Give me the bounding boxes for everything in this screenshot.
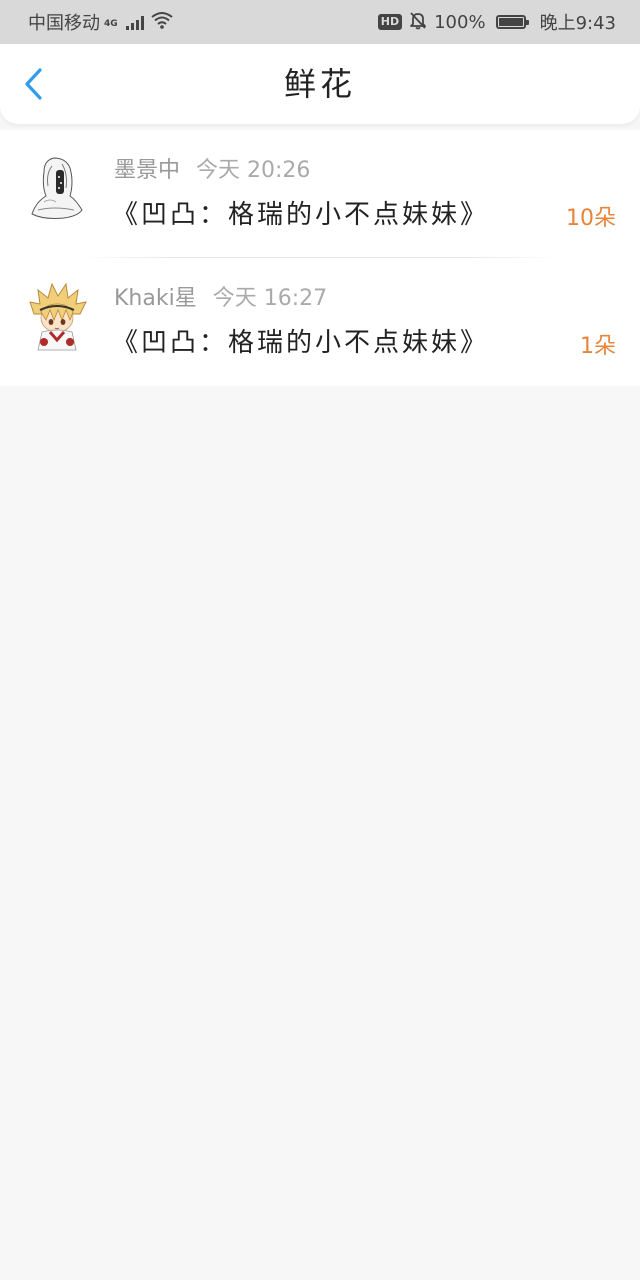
flower-list: 墨景中 今天 20:26 《凹凸：格瑞的小不点妹妹》 10朵 Khaki星 今天… — [0, 130, 640, 386]
battery-fill — [498, 18, 523, 26]
top-app-bar: 鲜花 — [0, 44, 640, 124]
item-meta: 墨景中 今天 20:26 — [114, 152, 310, 184]
clock: 晚上9:43 — [539, 13, 616, 34]
avatar[interactable] — [24, 280, 90, 352]
list-item[interactable]: Khaki星 今天 16:27 《凹凸：格瑞的小不点妹妹》 1朵 — [0, 258, 640, 386]
wifi-icon — [150, 11, 174, 34]
bell-off-icon — [408, 10, 428, 35]
book-title[interactable]: 《凹凸：格瑞的小不点妹妹》 — [112, 322, 489, 359]
battery-percent: 100% — [434, 11, 486, 33]
page-title: 鲜花 — [283, 65, 356, 103]
item-meta: Khaki星 今天 16:27 — [114, 280, 327, 312]
signal-icon — [125, 14, 144, 30]
status-left: 中国移动 4G — [28, 9, 174, 35]
avatar[interactable] — [24, 152, 90, 224]
hd-badge: HD — [377, 14, 403, 30]
user-name[interactable]: 墨景中 — [114, 158, 180, 183]
flower-count: 1朵 — [580, 334, 616, 359]
user-name[interactable]: Khaki星 — [114, 286, 197, 311]
timestamp: 今天 16:27 — [212, 286, 328, 311]
timestamp: 今天 20:26 — [196, 158, 311, 183]
battery-icon — [495, 15, 529, 29]
carrier-label: 中国移动 — [28, 13, 100, 34]
book-title[interactable]: 《凹凸：格瑞的小不点妹妹》 — [112, 194, 489, 231]
network-type: 4G — [104, 19, 118, 29]
list-item[interactable]: 墨景中 今天 20:26 《凹凸：格瑞的小不点妹妹》 10朵 — [0, 130, 640, 258]
flower-count: 10朵 — [566, 206, 616, 231]
status-right: HD 100% 晚上9:43 — [377, 9, 616, 35]
status-bar: 中国移动 4G HD 100% 晚上9:43 — [0, 0, 640, 44]
